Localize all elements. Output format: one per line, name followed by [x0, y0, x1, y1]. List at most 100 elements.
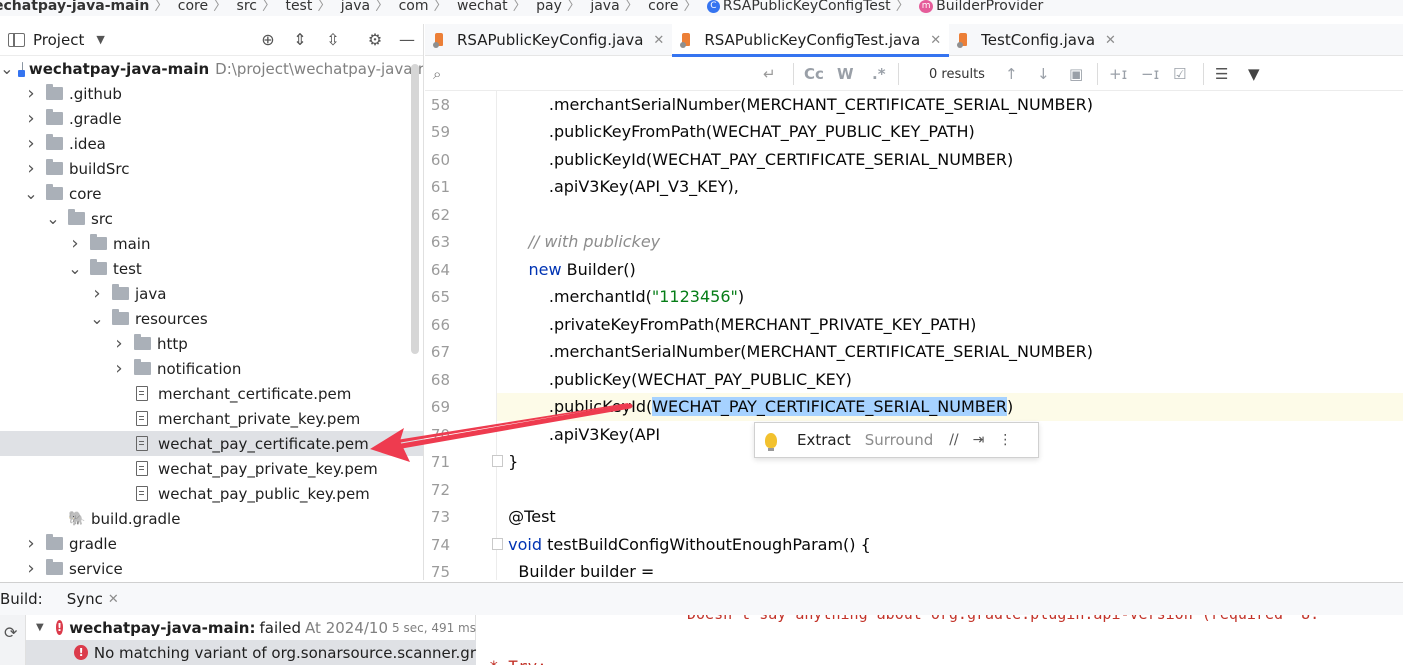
tree-item[interactable]: › java — [0, 281, 423, 306]
match-case-toggle[interactable]: Cc — [804, 65, 824, 83]
code-line[interactable]: void testBuildConfigWithoutEnoughParam()… — [498, 531, 871, 558]
breadcrumb-item[interactable]: core — [648, 0, 678, 13]
tab-rsapublickeyconfigtest[interactable]: RSAPublicKeyConfigTest.java ✕ — [672, 24, 950, 57]
search-input[interactable] — [465, 63, 785, 85]
tree-item[interactable]: › service — [0, 556, 423, 580]
locate-icon[interactable]: ⊕ — [258, 30, 278, 50]
line-number[interactable]: 66 — [425, 315, 450, 335]
sync-icon[interactable]: ⟳ — [4, 623, 17, 642]
hide-icon[interactable]: — — [397, 30, 417, 50]
tree-item[interactable]: › buildSrc — [0, 156, 423, 181]
chevron-right-icon[interactable]: › — [24, 83, 38, 104]
lightbulb-icon[interactable] — [765, 432, 777, 451]
code-line[interactable]: .apiV3Key(API — [498, 421, 660, 448]
tree-item[interactable]: ⌄ resources — [0, 306, 423, 331]
chevron-right-icon[interactable]: › — [90, 283, 104, 304]
tree-item[interactable]: › main — [0, 231, 423, 256]
tree-item[interactable]: › gradle — [0, 531, 423, 556]
tree-item[interactable]: ⌄ src — [0, 206, 423, 231]
breadcrumb-item[interactable]: com — [399, 0, 429, 13]
line-number[interactable]: 73 — [425, 507, 450, 527]
chevron-right-icon[interactable]: › — [112, 333, 126, 354]
regex-toggle[interactable]: .* — [872, 65, 886, 83]
breadcrumb-item[interactable]: src — [237, 0, 257, 13]
close-icon[interactable]: ✕ — [1105, 33, 1116, 48]
chevron-down-icon[interactable]: ▼ — [36, 622, 44, 633]
more-icon[interactable]: ⋮ — [998, 432, 1012, 448]
extract-action[interactable]: Extract — [797, 431, 851, 449]
tree-item[interactable]: ⌄ test — [0, 256, 423, 281]
build-message-row[interactable]: ! No matching variant of org.sonarsource… — [26, 640, 476, 665]
tree-item[interactable]: merchant_private_key.pem — [0, 406, 423, 431]
code-line[interactable]: .apiV3Key(API_V3_KEY), — [498, 173, 739, 200]
expand-all-icon[interactable]: ⇕ — [290, 30, 310, 50]
line-number[interactable]: 69 — [425, 397, 450, 417]
line-number[interactable]: 68 — [425, 370, 450, 390]
line-number[interactable]: 61 — [425, 177, 450, 197]
code-line[interactable]: .merchantSerialNumber(MERCHANT_CERTIFICA… — [498, 338, 1093, 365]
chevron-right-icon[interactable]: › — [112, 358, 126, 379]
line-number[interactable]: 64 — [425, 260, 450, 280]
chevron-right-icon[interactable]: › — [24, 158, 38, 179]
line-number[interactable]: 70 — [425, 425, 450, 445]
chevron-down-icon[interactable]: ⌄ — [46, 209, 60, 228]
remove-occurrence-icon[interactable]: −ɪ — [1141, 65, 1159, 83]
filter-settings-icon[interactable]: ☰ — [1215, 65, 1228, 83]
breadcrumb-item[interactable]: java — [590, 0, 619, 13]
tree-item[interactable]: › .gradle — [0, 106, 423, 131]
surround-action[interactable]: Surround — [865, 431, 933, 449]
code-line-current[interactable]: .publicKeyId(WECHAT_PAY_CERTIFICATE_SERI… — [498, 393, 1013, 420]
chevron-right-icon[interactable]: › — [24, 533, 38, 554]
tree-item[interactable]: › .idea — [0, 131, 423, 156]
chevron-right-icon[interactable]: › — [68, 233, 82, 254]
code-line[interactable]: @Test — [498, 503, 556, 530]
line-number[interactable]: 75 — [425, 562, 450, 582]
vertical-scrollbar[interactable] — [411, 64, 419, 354]
breadcrumb-item[interactable]: test — [285, 0, 312, 13]
chevron-right-icon[interactable]: › — [24, 558, 38, 579]
code-line[interactable]: .publicKeyId(WECHAT_PAY_CERTIFICATE_SERI… — [498, 146, 1013, 173]
code-line[interactable]: .merchantSerialNumber(MERCHANT_CERTIFICA… — [498, 91, 1093, 118]
code-line[interactable]: // with publickey — [498, 228, 661, 255]
line-number[interactable]: 74 — [425, 535, 450, 555]
line-number[interactable]: 60 — [425, 150, 450, 170]
comment-icon[interactable]: // — [949, 432, 958, 448]
close-icon[interactable]: ✕ — [930, 33, 941, 48]
chevron-right-icon[interactable]: › — [24, 133, 38, 154]
build-node[interactable]: ▼ ! wechatpay-java-main: failed At 2024/… — [26, 615, 476, 640]
line-number[interactable]: 58 — [425, 95, 450, 115]
tab-sync[interactable]: Sync ✕ — [67, 590, 119, 608]
fold-icon[interactable] — [492, 538, 503, 550]
line-number[interactable]: 62 — [425, 205, 450, 225]
tree-item[interactable]: ⌄ wechatpay-java-main D:\project\wechatpay… — [0, 56, 423, 81]
reformat-icon[interactable]: ⇥ — [973, 432, 985, 448]
code-line[interactable]: new Builder() — [498, 256, 636, 283]
chevron-down-icon[interactable]: ⌄ — [90, 309, 104, 328]
whole-words-toggle[interactable]: W — [837, 65, 854, 83]
chevron-down-icon[interactable]: ⌄ — [0, 59, 13, 78]
code-line[interactable]: .publicKey(WECHAT_PAY_PUBLIC_KEY) — [498, 366, 852, 393]
tree-item[interactable]: › notification — [0, 356, 423, 381]
chevron-right-icon[interactable]: › — [24, 108, 38, 129]
code-line[interactable]: .privateKeyFromPath(MERCHANT_PRIVATE_KEY… — [498, 311, 977, 338]
line-number[interactable]: 63 — [425, 232, 450, 252]
tree-item[interactable]: wechat_pay_public_key.pem — [0, 481, 423, 506]
code-line[interactable]: .merchantId("1123456") — [498, 283, 744, 310]
filter-icon[interactable]: ▼ — [1248, 65, 1260, 83]
add-occurrence-icon[interactable]: +ɪ — [1109, 65, 1127, 83]
tree-item[interactable]: merchant_certificate.pem — [0, 381, 423, 406]
selected-text[interactable]: WECHAT_PAY_CERTIFICATE_SERIAL_NUMBER — [652, 397, 1007, 416]
chevron-down-icon[interactable]: ⌄ — [68, 259, 82, 278]
tab-rsapublickeyconfig[interactable]: RSAPublicKeyConfig.java ✕ — [425, 24, 672, 56]
close-icon[interactable]: ✕ — [108, 592, 119, 607]
search-icon[interactable]: ⌕ — [433, 65, 441, 83]
chevron-down-icon[interactable]: ⌄ — [24, 184, 38, 203]
tree-item[interactable]: › .github — [0, 81, 423, 106]
tree-item[interactable]: › http — [0, 331, 423, 356]
fold-icon[interactable] — [492, 455, 503, 467]
tree-item[interactable]: wechat_pay_private_key.pem — [0, 456, 423, 481]
line-number[interactable]: 71 — [425, 452, 450, 472]
line-number[interactable]: 67 — [425, 342, 450, 362]
breadcrumb-item[interactable]: echatpay-java-main — [0, 0, 149, 13]
project-title[interactable]: Project — [33, 31, 84, 49]
